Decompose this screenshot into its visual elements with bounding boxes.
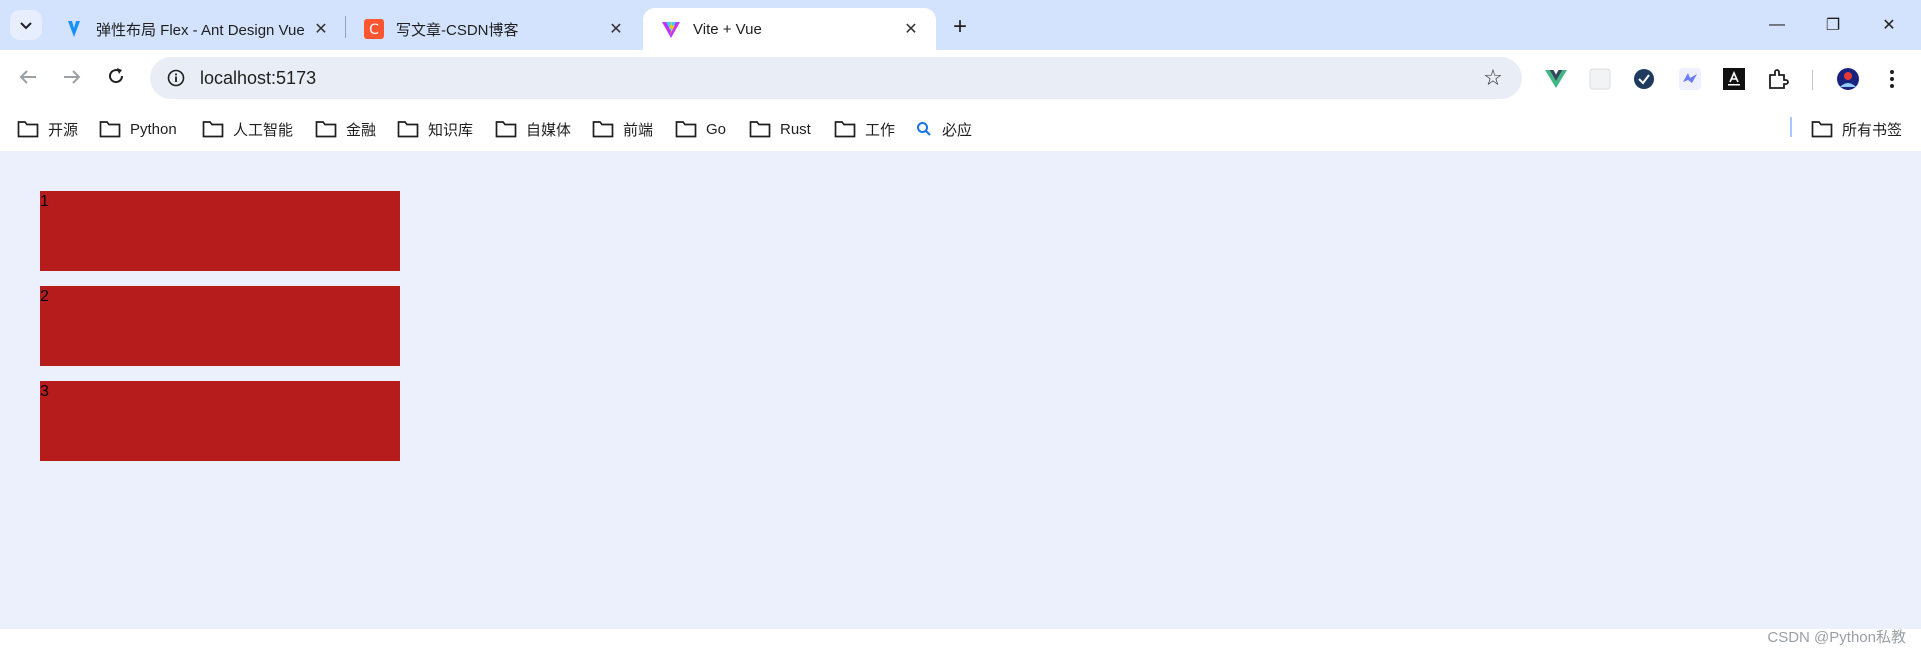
folder-icon <box>834 121 856 138</box>
bookmark-folder-knowledge[interactable]: 知识库 <box>397 117 473 141</box>
tab-strip: 弹性布局 Flex - Ant Design Vue ✕ C 写文章-CSDN博… <box>0 0 1921 50</box>
restore-button[interactable]: ❐ <box>1810 10 1856 40</box>
bookmark-folder-kaiyuan[interactable]: 开源 <box>17 117 78 141</box>
vite-icon <box>661 19 681 39</box>
bookmark-star-icon[interactable]: ☆ <box>1476 61 1510 95</box>
url-text[interactable]: localhost:5173 <box>200 68 1476 89</box>
folder-icon <box>495 121 517 138</box>
reload-button[interactable] <box>100 63 132 95</box>
minimize-icon: — <box>1769 16 1785 33</box>
bookmark-folder-go[interactable]: Go <box>675 117 726 141</box>
blank-extension-icon[interactable] <box>1586 65 1614 93</box>
bookmark-folder-media[interactable]: 自媒体 <box>495 117 571 141</box>
svg-text:C: C <box>369 22 379 38</box>
check-extension-icon[interactable] <box>1630 65 1658 93</box>
puzzle-extensions-icon[interactable] <box>1764 65 1792 93</box>
flex-item: 1 <box>40 191 400 271</box>
folder-icon <box>675 121 697 138</box>
tab-search-button[interactable] <box>10 10 42 40</box>
bookmark-link-bing[interactable]: 必应 <box>916 117 972 141</box>
address-bar[interactable]: localhost:5173 ☆ <box>150 57 1522 99</box>
bird-extension-icon[interactable] <box>1676 65 1704 93</box>
chevron-down-icon <box>20 18 32 33</box>
flex-item-label: 1 <box>40 193 49 210</box>
folder-icon <box>592 121 614 138</box>
bookmark-label: Rust <box>780 120 811 138</box>
tab-csdn[interactable]: C 写文章-CSDN博客 ✕ <box>346 8 641 50</box>
bookmark-folder-ai[interactable]: 人工智能 <box>202 117 293 141</box>
arrow-left-icon <box>19 68 37 91</box>
bookmarks-divider <box>1790 117 1792 137</box>
close-tab-icon[interactable]: ✕ <box>310 18 332 40</box>
tab-title: 弹性布局 Flex - Ant Design Vue <box>96 21 305 39</box>
watermark: CSDN @Python私教 <box>1767 629 1906 646</box>
bookmark-label: Go <box>706 120 727 138</box>
tab-ant-design[interactable]: 弹性布局 Flex - Ant Design Vue ✕ <box>46 8 346 50</box>
menu-dots-icon[interactable] <box>1878 65 1906 93</box>
vue-devtools-icon[interactable] <box>1542 65 1570 93</box>
bookmarks-bar: 开源 Python 人工智能 金融 知识库 自媒体 前端 Go Rust 工作 … <box>0 107 1921 151</box>
folder-icon <box>99 121 121 138</box>
ant-design-vue-icon <box>64 19 84 39</box>
bookmark-label: 知识库 <box>428 121 474 139</box>
flex-item: 2 <box>40 286 400 366</box>
bookmark-label: 前端 <box>623 121 654 139</box>
profile-avatar-icon[interactable] <box>1834 65 1862 93</box>
folder-icon <box>315 121 337 138</box>
browser-toolbar: localhost:5173 ☆ <box>0 50 1921 107</box>
search-icon <box>917 122 931 136</box>
close-tab-icon[interactable]: ✕ <box>900 18 922 40</box>
bookmark-folder-frontend[interactable]: 前端 <box>592 117 653 141</box>
minimize-button[interactable]: — <box>1754 10 1800 40</box>
bookmark-label: 金融 <box>346 121 377 139</box>
tab-vite-vue[interactable]: Vite + Vue ✕ <box>643 8 936 50</box>
toolbar-divider <box>1812 70 1813 90</box>
bookmark-label: 开源 <box>48 121 79 139</box>
aitm-extension-icon[interactable] <box>1720 65 1748 93</box>
bookmark-label: Python <box>130 120 177 138</box>
folder-icon <box>17 121 39 138</box>
bookmark-label: 人工智能 <box>233 121 294 139</box>
page-viewport: 1 2 3 <box>0 151 1921 629</box>
folder-icon <box>749 121 771 138</box>
plus-icon: + <box>952 13 967 40</box>
all-bookmarks-button[interactable]: 所有书签 <box>1811 117 1902 141</box>
bookmark-folder-python[interactable]: Python <box>99 117 177 141</box>
tab-title: Vite + Vue <box>693 20 762 38</box>
flex-item-label: 2 <box>40 288 49 305</box>
csdn-icon: C <box>364 19 384 39</box>
bookmark-label: 自媒体 <box>526 121 572 139</box>
site-info-icon[interactable] <box>156 69 196 87</box>
back-button[interactable] <box>12 63 44 95</box>
bookmark-folder-rust[interactable]: Rust <box>749 117 811 141</box>
bookmark-label: 必应 <box>942 121 973 139</box>
close-icon: ✕ <box>1882 17 1896 34</box>
folder-icon <box>1811 121 1833 138</box>
tab-title: 写文章-CSDN博客 <box>396 21 519 39</box>
bookmark-folder-work[interactable]: 工作 <box>834 117 895 141</box>
arrow-right-icon <box>63 68 81 91</box>
restore-icon: ❐ <box>1825 17 1841 34</box>
new-tab-button[interactable]: + <box>945 12 975 42</box>
bookmark-folder-finance[interactable]: 金融 <box>315 117 376 141</box>
flex-item-label: 3 <box>40 383 49 400</box>
folder-icon <box>397 121 419 138</box>
folder-icon <box>202 121 224 138</box>
flex-item: 3 <box>40 381 400 461</box>
bookmark-label: 工作 <box>865 121 896 139</box>
all-bookmarks-label: 所有书签 <box>1842 121 1903 139</box>
close-window-button[interactable]: ✕ <box>1866 10 1912 40</box>
reload-icon <box>107 67 125 91</box>
forward-button[interactable] <box>56 63 88 95</box>
close-tab-icon[interactable]: ✕ <box>605 18 627 40</box>
